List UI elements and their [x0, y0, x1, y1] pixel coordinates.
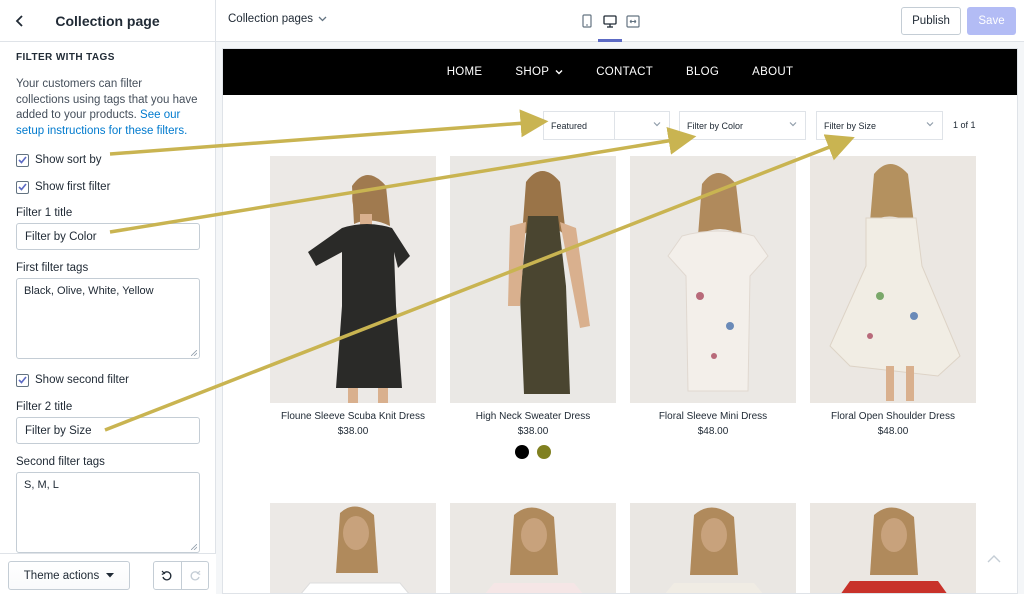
sort-by-select-box[interactable]: Featured: [543, 111, 670, 140]
filter2-title-label: Filter 2 title: [16, 401, 73, 413]
chevron-down-icon: [555, 69, 563, 74]
product-name[interactable]: Floral Sleeve Mini Dress: [630, 411, 796, 422]
color-swatches: [450, 445, 616, 459]
sidebar-title: Collection page: [55, 12, 160, 29]
theme-actions-button[interactable]: Theme actions: [8, 561, 130, 590]
scroll-to-top-icon[interactable]: [987, 554, 1001, 563]
active-device-indicator: [598, 39, 622, 42]
product-price: $48.00: [877, 426, 909, 437]
undo-icon[interactable]: [154, 562, 181, 589]
checkbox-checked-icon[interactable]: [16, 153, 29, 167]
filter1-title-label: Filter 1 title: [16, 207, 73, 219]
nav-shop[interactable]: SHOP: [515, 66, 563, 78]
chevron-down-icon: [789, 122, 797, 127]
product-card[interactable]: Floral Sleeve Mini Dress $48.00: [630, 156, 796, 437]
nav-about[interactable]: ABOUT: [752, 66, 793, 78]
chevron-down-icon: [318, 16, 327, 22]
resize-handle-icon[interactable]: [191, 350, 197, 356]
store-navigation: HOME SHOP CONTACT BLOG ABOUT: [223, 49, 1017, 95]
filter-size-value: Filter by Size: [824, 120, 877, 131]
show-first-filter-checkbox[interactable]: Show first filter: [16, 179, 199, 195]
product-card[interactable]: [810, 503, 976, 593]
nav-contact[interactable]: CONTACT: [596, 66, 653, 78]
page-type-label: Collection pages: [228, 13, 314, 25]
product-image[interactable]: [810, 156, 976, 403]
desktop-view-icon[interactable]: [601, 12, 619, 30]
show-sort-by-checkbox[interactable]: Show sort by: [16, 152, 199, 168]
second-filter-tags-label: Second filter tags: [16, 456, 105, 468]
product-name[interactable]: High Neck Sweater Dress: [450, 411, 616, 422]
fullscreen-view-icon[interactable]: [624, 12, 642, 30]
swatch-black[interactable]: [515, 445, 529, 459]
back-icon[interactable]: [10, 11, 30, 31]
product-card[interactable]: [450, 503, 616, 593]
theme-actions-label: Theme actions: [23, 569, 100, 582]
store-preview: HOME SHOP CONTACT BLOG ABOUT Featured Fe…: [222, 48, 1018, 594]
product-card[interactable]: High Neck Sweater Dress $38.00: [450, 156, 616, 459]
first-filter-tags-label: First filter tags: [16, 262, 89, 274]
nav-home[interactable]: HOME: [447, 66, 483, 78]
product-price: $38.00: [517, 426, 549, 437]
sidebar-footer: Theme actions: [0, 553, 216, 594]
product-price: $48.00: [697, 426, 729, 437]
product-card[interactable]: Floune Sleeve Scuba Knit Dress $38.00: [270, 156, 436, 437]
filter2-title-input[interactable]: Filter by Size: [16, 417, 200, 444]
save-button[interactable]: Save: [967, 7, 1016, 35]
product-name[interactable]: Floral Open Shoulder Dress: [810, 411, 976, 422]
publish-button[interactable]: Publish: [901, 7, 961, 35]
sidebar: Collection page FILTER WITH TAGS Your cu…: [0, 0, 216, 594]
product-card[interactable]: [270, 503, 436, 593]
section-title: FILTER WITH TAGS: [16, 52, 115, 63]
product-image[interactable]: [270, 156, 436, 403]
product-card[interactable]: [630, 503, 796, 593]
product-image[interactable]: [630, 156, 796, 403]
filter-color-value: Filter by Color: [687, 120, 744, 131]
chevron-down-icon: [653, 122, 661, 127]
show-first-filter-label: Show first filter: [35, 181, 111, 193]
caret-down-icon: [106, 573, 115, 578]
show-second-filter-checkbox[interactable]: Show second filter: [16, 372, 199, 388]
nav-shop-label: SHOP: [515, 66, 550, 78]
nav-blog[interactable]: BLOG: [686, 66, 719, 78]
undo-redo-group: [153, 561, 209, 590]
redo-icon[interactable]: [180, 562, 209, 589]
product-price: $38.00: [337, 426, 369, 437]
chevron-down-icon: [926, 122, 934, 127]
filter-color-select[interactable]: Filter by Color: [679, 111, 806, 140]
first-filter-tags-textarea[interactable]: Black, Olive, White, Yellow: [16, 278, 200, 359]
product-image[interactable]: [450, 156, 616, 403]
second-filter-tags-value: S, M, L: [24, 479, 59, 491]
show-second-filter-label: Show second filter: [35, 374, 129, 386]
editor-topbar: Collection pages Publish Save: [216, 0, 1024, 42]
resize-handle-icon[interactable]: [191, 544, 197, 550]
swatch-olive[interactable]: [537, 445, 551, 459]
sidebar-header: Collection page: [0, 0, 215, 42]
section-description: Your customers can filter collections us…: [16, 78, 198, 137]
mobile-view-icon[interactable]: [578, 12, 596, 30]
show-sort-by-label: Show sort by: [35, 154, 102, 166]
second-filter-tags-textarea[interactable]: S, M, L: [16, 472, 200, 553]
pagination-text: 1 of 1: [953, 120, 976, 130]
checkbox-checked-icon[interactable]: [16, 373, 29, 387]
filter-size-select[interactable]: Filter by Size: [816, 111, 943, 140]
checkbox-checked-icon[interactable]: [16, 180, 29, 194]
page-type-select[interactable]: Collection pages: [228, 13, 327, 25]
product-card[interactable]: Floral Open Shoulder Dress $48.00: [810, 156, 976, 437]
first-filter-tags-value: Black, Olive, White, Yellow: [24, 285, 154, 297]
product-name[interactable]: Floune Sleeve Scuba Knit Dress: [270, 411, 436, 422]
filter1-title-input[interactable]: Filter by Color: [16, 223, 200, 250]
